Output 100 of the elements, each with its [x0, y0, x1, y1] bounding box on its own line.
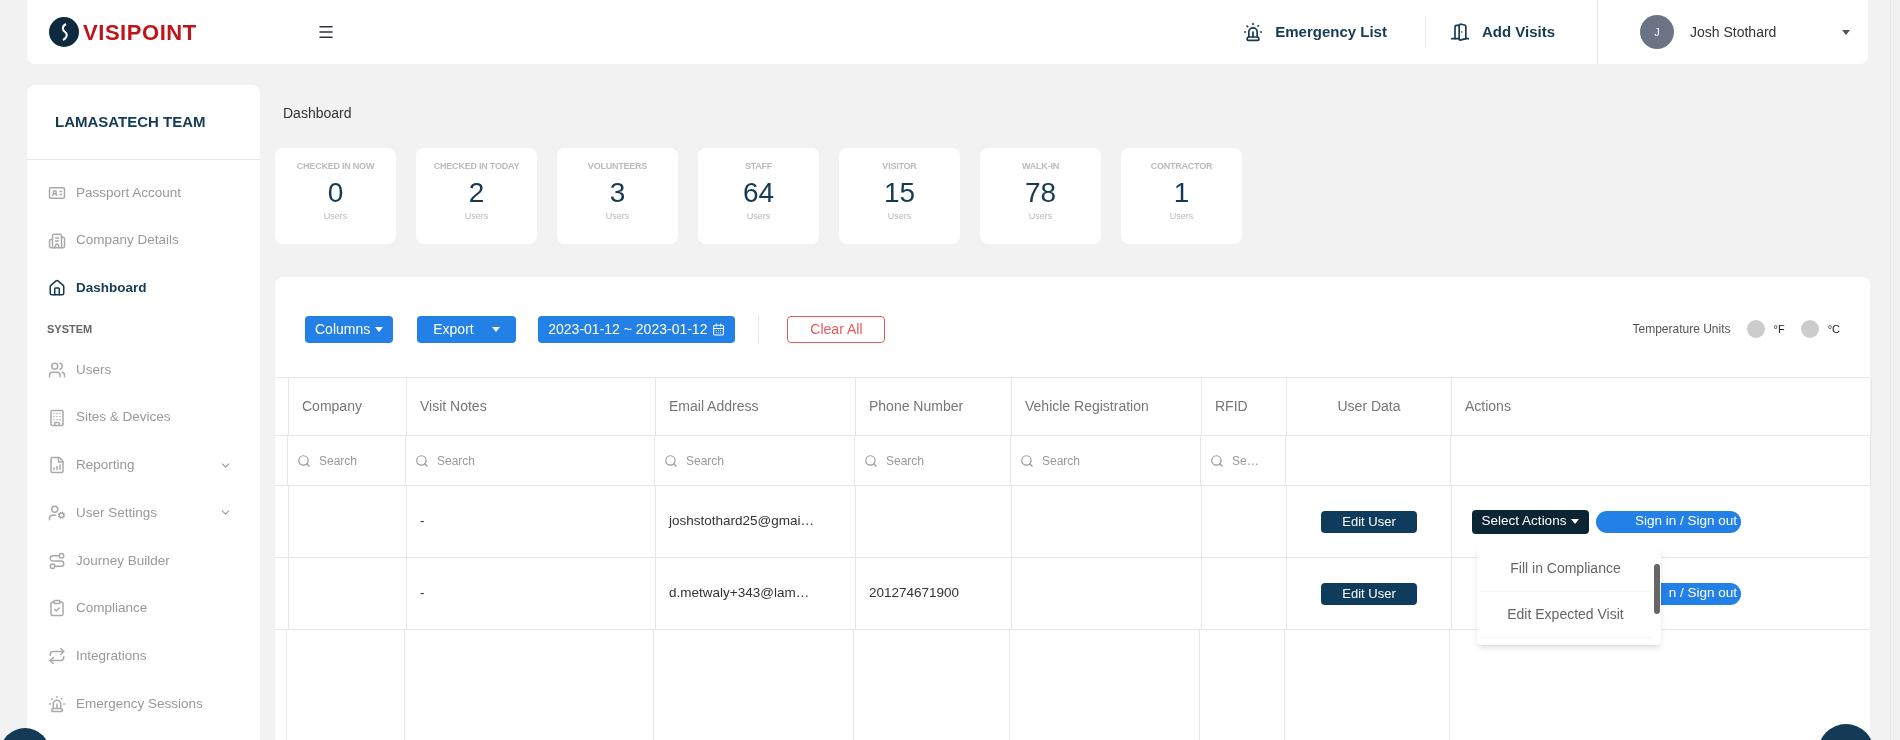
column-header: Email Address [669, 397, 759, 416]
search-icon [1210, 453, 1224, 468]
report-icon [48, 456, 66, 475]
sidebar-item[interactable]: Reporting [27, 441, 260, 490]
date-range-field[interactable]: 2023-01-12 ~ 2023-01-12 [538, 315, 736, 343]
sidebar-item[interactable]: Passport Account [27, 169, 260, 217]
building-pin-icon [48, 408, 66, 427]
caret-icon [1842, 29, 1850, 35]
sidebar-item[interactable]: Dashboard [27, 264, 260, 313]
stat-label: VISITOR [882, 160, 917, 173]
door-icon [1449, 22, 1470, 42]
search-icon [1020, 453, 1034, 468]
stat-value: 15 [883, 175, 916, 210]
sign-in-out-button[interactable]: Sign in / Sign out [1596, 510, 1741, 533]
stat-unit: Users [323, 209, 348, 223]
siren-icon [48, 694, 66, 713]
sidebar-item[interactable]: Users [27, 346, 260, 394]
column-header: Company [302, 397, 362, 416]
column-header: Vehicle Registration [1025, 397, 1149, 416]
stat-value: 3 [609, 175, 626, 210]
column-header: RFID [1215, 397, 1248, 416]
calendar-icon [712, 322, 726, 336]
users-icon [48, 360, 66, 379]
column-header: Visit Notes [420, 397, 487, 416]
header-action-button[interactable]: Add Visits [1425, 16, 1597, 48]
stat-value: 78 [1024, 175, 1057, 210]
search-field[interactable]: Search [319, 451, 399, 470]
select-actions-button[interactable]: Select Actions [1472, 509, 1589, 534]
search-field[interactable]: Search [886, 451, 1004, 470]
export-button[interactable]: Export [417, 315, 517, 343]
search-field[interactable]: Se… [1232, 451, 1279, 470]
user-gear-icon [48, 503, 66, 522]
stat-unit: Users [605, 209, 630, 223]
team-title: LAMASATECH TEAM [27, 85, 260, 160]
search-icon [864, 453, 878, 468]
menu-icon[interactable] [317, 23, 335, 41]
stat-label: WALK-IN [1022, 160, 1059, 173]
route-icon [48, 551, 66, 570]
avatar: J [1640, 15, 1674, 49]
stat-label: STAFF [744, 160, 773, 173]
stat-unit: Users [464, 209, 489, 223]
stat-unit: Users [1028, 209, 1053, 223]
logo-text: VISIPOINT [83, 18, 197, 47]
radio-button[interactable] [1800, 320, 1819, 338]
sidebar-item[interactable]: User Settings [27, 489, 260, 537]
temperature-label: Temperature Units [1632, 321, 1731, 338]
sidebar-item[interactable]: Company Details [27, 216, 260, 265]
radio-button[interactable] [1746, 320, 1765, 338]
caret-icon [375, 326, 384, 332]
arrows-icon [48, 647, 66, 666]
table-cell-text: 201274671900 [869, 584, 960, 603]
column-header: Phone Number [869, 397, 964, 416]
stat-unit: Users [1169, 209, 1194, 223]
table-cell-text: joshstothard25@gmai… [669, 512, 815, 531]
logo-icon [49, 17, 79, 47]
header-action-button[interactable]: Emergency List [1219, 16, 1426, 48]
stat-unit: Users [746, 209, 771, 223]
radio-label: °C [1827, 321, 1840, 337]
clear-all-button[interactable]: Clear All [787, 315, 886, 343]
stat-value: 0 [327, 175, 344, 210]
search-field[interactable]: Search [686, 451, 848, 470]
search-icon [297, 453, 311, 468]
table-cell-text: - [420, 584, 425, 603]
sidebar-item[interactable]: Sites & Devices [27, 393, 260, 442]
sidebar-item[interactable]: Integrations [27, 632, 260, 680]
section-heading: SYSTEM [46, 321, 94, 337]
caret-icon [492, 326, 501, 332]
search-icon [415, 453, 429, 468]
stat-label: VOLUNTEERS [587, 160, 648, 173]
clipboard-check-icon [48, 599, 66, 618]
menu-item[interactable]: Edit Expected Visit [1479, 592, 1652, 638]
stat-unit: Users [887, 209, 912, 223]
home-icon [48, 279, 66, 298]
sidebar-item[interactable]: Emergency Sessions [27, 679, 260, 728]
stat-value: 1 [1173, 175, 1190, 210]
edit-user-button[interactable]: Edit User [1321, 582, 1417, 605]
search-icon [664, 453, 678, 468]
stat-value: 2 [468, 175, 485, 210]
table-cell-text: d.metwaly+343@lam… [669, 584, 810, 603]
search-field[interactable]: Search [437, 451, 648, 470]
stat-label: CHECKED IN NOW [296, 160, 375, 173]
table-cell-text: - [420, 512, 425, 531]
columns-button[interactable]: Columns [305, 315, 394, 343]
search-field[interactable]: Search [1042, 451, 1194, 470]
sidebar-item[interactable]: Journey Builder [27, 536, 260, 585]
edit-user-button[interactable]: Edit User [1321, 510, 1417, 533]
breadcrumb: Dashboard [282, 104, 353, 123]
stat-label: CONTRACTOR [1150, 160, 1213, 173]
stat-label: CHECKED IN TODAY [433, 160, 520, 173]
sidebar-item[interactable]: Compliance [27, 584, 260, 633]
siren-icon [1243, 22, 1264, 42]
caret-icon [1571, 519, 1580, 524]
column-header: User Data [1337, 397, 1401, 416]
scrollbar-thumb[interactable] [1654, 564, 1660, 614]
radio-label: °F [1773, 321, 1785, 337]
stat-value: 64 [742, 175, 775, 210]
column-header: Actions [1465, 397, 1511, 416]
menu-item[interactable]: Fill in Compliance [1479, 546, 1652, 592]
building-icon [48, 231, 66, 250]
user-name: Josh Stothard [1690, 22, 1778, 42]
